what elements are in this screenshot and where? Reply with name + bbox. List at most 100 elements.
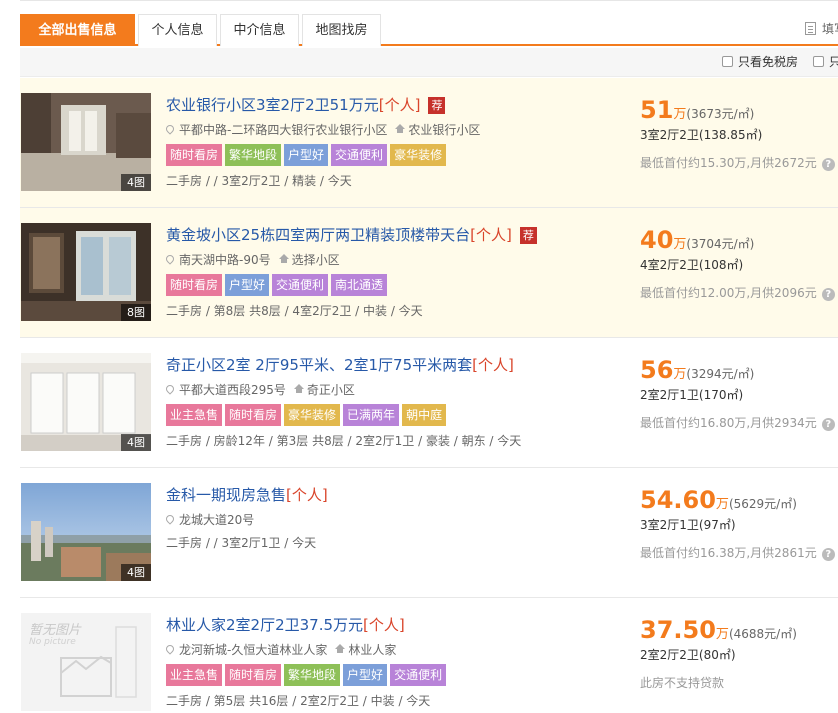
feature-tag: 随时看房 xyxy=(225,664,282,686)
loan-text: 最低首付约16.80万,月供2934元 xyxy=(640,416,817,430)
listing-title-link[interactable]: 黄金坡小区25栋四室两厅两卫精装顶楼带天台 xyxy=(166,226,470,244)
filter-bar: 只看免税房 只 xyxy=(20,48,838,77)
unit-price: (3704元/㎡) xyxy=(686,237,755,251)
help-icon[interactable]: ? xyxy=(821,288,835,301)
listing-title-link[interactable]: 奇正小区2室 2厅95平米、2室1厅75平米两套 xyxy=(166,356,472,374)
layout-area: 4室2厅2卫(108㎡) xyxy=(640,258,744,272)
price-box: 54.60万(5629元/㎡) 3室2厅1卫(97㎡) 最低首付约16.38万,月供… xyxy=(640,486,838,561)
layout-area: 2室2厅2卫(80㎡) xyxy=(640,648,736,662)
listing-title-line: 黄金坡小区25栋四室两厅两卫精装顶楼带天台[个人] 荐 xyxy=(166,224,636,246)
price-box: 56万(3294元/㎡) 2室2厅1卫(170㎡) 最低首付约16.80万,月供29… xyxy=(640,356,838,431)
filter-label: 只看免税房 xyxy=(738,55,799,69)
community-name[interactable]: 选择小区 xyxy=(292,253,340,267)
listing-tabs: 全部出售信息 个人信息 中介信息 地图找房 填写二 xyxy=(20,14,838,46)
price-line: 37.50万(4688元/㎡) xyxy=(640,616,838,644)
listing-title-line: 金科一期现房急售[个人] xyxy=(166,484,636,506)
feature-tag: 户型好 xyxy=(284,144,329,166)
photo-count-badge: 4图 xyxy=(121,564,151,581)
listing-info: 农业银行小区3室2厅2卫51万元[个人] 荐平都中路-二环路四大银行农业银行小区 农… xyxy=(164,94,636,190)
feature-tag: 已满两年 xyxy=(343,404,400,426)
listing-meta: 二手房 / 第8层 共8层 / 4室2厅2卫 / 中装 / 今天 xyxy=(166,304,423,318)
home-icon xyxy=(395,124,406,133)
address-line: 龙河新城-久恒大道林业人家 林业人家 xyxy=(164,642,636,658)
feature-tag: 随时看房 xyxy=(166,144,223,166)
recommended-badge: 荐 xyxy=(519,227,537,244)
listing-photo[interactable]: 4图 xyxy=(21,483,151,581)
listing-item: 4图 奇正小区2室 2厅95平米、2室1厅75平米两套[个人] 平都大道西段295号… xyxy=(20,338,838,468)
fill-form-label: 填写二 xyxy=(821,22,838,36)
filter-second[interactable]: 只 xyxy=(813,48,838,77)
feature-tag: 繁华地段 xyxy=(284,664,341,686)
address-line: 平都中路-二环路四大银行农业银行小区 农业银行小区 xyxy=(164,122,636,138)
listing-info: 黄金坡小区25栋四室两厅两卫精装顶楼带天台[个人] 荐南天湖中路-90号 选择小区随… xyxy=(164,224,636,320)
loan-text: 最低首付约15.30万,月供2672元 xyxy=(640,156,817,170)
layout-area: 2室2厅1卫(170㎡) xyxy=(640,388,744,402)
feature-tag: 交通便利 xyxy=(331,144,388,166)
personal-label: [个人] xyxy=(363,616,405,634)
feature-tags: 业主急售 随时看房 繁华地段 户型好 交通便利 xyxy=(166,664,636,686)
help-icon[interactable]: ? xyxy=(821,158,835,171)
price-unit: 万 xyxy=(715,497,729,512)
fill-form-link[interactable]: 填写二 xyxy=(804,14,838,44)
listing-title-link[interactable]: 金科一期现房急售 xyxy=(166,486,286,504)
price-unit: 万 xyxy=(673,367,687,382)
checkbox-second[interactable] xyxy=(813,56,824,67)
feature-tag: 户型好 xyxy=(343,664,388,686)
unit-price: (4688元/㎡) xyxy=(728,627,797,641)
community-name[interactable]: 林业人家 xyxy=(348,643,396,657)
price-unit: 万 xyxy=(715,627,729,642)
address-text: 平都中路-二环路四大银行农业银行小区 xyxy=(179,123,388,137)
price-line: 56万(3294元/㎡) xyxy=(640,356,838,384)
tab-map-search[interactable]: 地图找房 xyxy=(302,14,381,46)
community-name[interactable]: 农业银行小区 xyxy=(408,123,480,137)
listing-meta: 二手房 / / 3室2厅1卫 / 今天 xyxy=(166,536,317,550)
loan-info: 最低首付约12.00万,月供2096元? xyxy=(640,285,838,301)
loan-info: 此房不支持贷款 xyxy=(640,675,838,691)
feature-tag: 交通便利 xyxy=(272,274,329,296)
help-icon[interactable]: ? xyxy=(821,418,835,431)
total-price: 37.50 xyxy=(640,616,716,644)
tab-agency[interactable]: 中介信息 xyxy=(220,14,299,46)
listing-meta: 二手房 / 房龄12年 / 第3层 共8层 / 2室2厅1卫 / 豪装 / 朝东… xyxy=(166,434,522,448)
total-price: 56 xyxy=(640,356,674,384)
photo-count-badge: 8图 xyxy=(121,304,151,321)
price-unit: 万 xyxy=(673,107,687,122)
unit-price: (3294元/㎡) xyxy=(686,367,755,381)
address-text: 龙河新城-久恒大道林业人家 xyxy=(179,643,328,657)
listing-photo[interactable]: 暂无图片 No picture xyxy=(21,613,151,711)
feature-tags: 业主急售 随时看房 豪华装修 已满两年 朝中庭 xyxy=(166,404,636,426)
listing-title-line: 奇正小区2室 2厅95平米、2室1厅75平米两套[个人] xyxy=(166,354,636,376)
address-text: 平都大道西段295号 xyxy=(179,383,286,397)
help-icon[interactable]: ? xyxy=(821,548,835,561)
feature-tag: 户型好 xyxy=(225,274,270,296)
listing-photo[interactable]: 8图 xyxy=(21,223,151,321)
personal-label: [个人] xyxy=(378,96,421,114)
location-pin-icon xyxy=(164,643,176,655)
personal-label: [个人] xyxy=(472,356,514,374)
loan-info: 最低首付约16.80万,月供2934元? xyxy=(640,415,838,431)
listing-meta: 二手房 / 第5层 共16层 / 2室2厅2卫 / 中装 / 今天 xyxy=(166,694,431,708)
feature-tag: 业主急售 xyxy=(166,404,223,426)
community-name[interactable]: 奇正小区 xyxy=(307,383,355,397)
listing-title-link[interactable]: 农业银行小区3室2厅2卫51万元 xyxy=(166,96,379,114)
tab-all-for-sale[interactable]: 全部出售信息 xyxy=(20,14,135,46)
address-text: 南天湖中路-90号 xyxy=(179,253,271,267)
listing-photo[interactable]: 4图 xyxy=(21,93,151,191)
feature-tag: 随时看房 xyxy=(166,274,223,296)
price-box: 37.50万(4688元/㎡) 2室2厅2卫(80㎡) 此房不支持贷款 xyxy=(640,616,838,691)
checkbox-tax-free[interactable] xyxy=(722,56,733,67)
filter-tax-free[interactable]: 只看免税房 xyxy=(722,48,798,77)
feature-tag: 业主急售 xyxy=(166,664,223,686)
listing-title-link[interactable]: 林业人家2室2厅2卫37.5万元 xyxy=(166,616,363,634)
tab-personal[interactable]: 个人信息 xyxy=(138,14,217,46)
personal-label: [个人] xyxy=(470,226,512,244)
feature-tag: 豪华装修 xyxy=(390,144,447,166)
feature-tag: 随时看房 xyxy=(225,404,282,426)
unit-price: (3673元/㎡) xyxy=(686,107,755,121)
location-pin-icon xyxy=(164,513,176,525)
price-unit: 万 xyxy=(673,237,687,252)
listing-photo[interactable]: 4图 xyxy=(21,353,151,451)
listing-item: 8图 黄金坡小区25栋四室两厅两卫精装顶楼带天台[个人] 荐南天湖中路-90号 选择小… xyxy=(20,208,838,338)
layout-area: 3室2厅2卫(138.85㎡) xyxy=(640,128,763,142)
listing-info: 林业人家2室2厅2卫37.5万元[个人] 龙河新城-久恒大道林业人家 林业人家业主急… xyxy=(164,614,636,710)
